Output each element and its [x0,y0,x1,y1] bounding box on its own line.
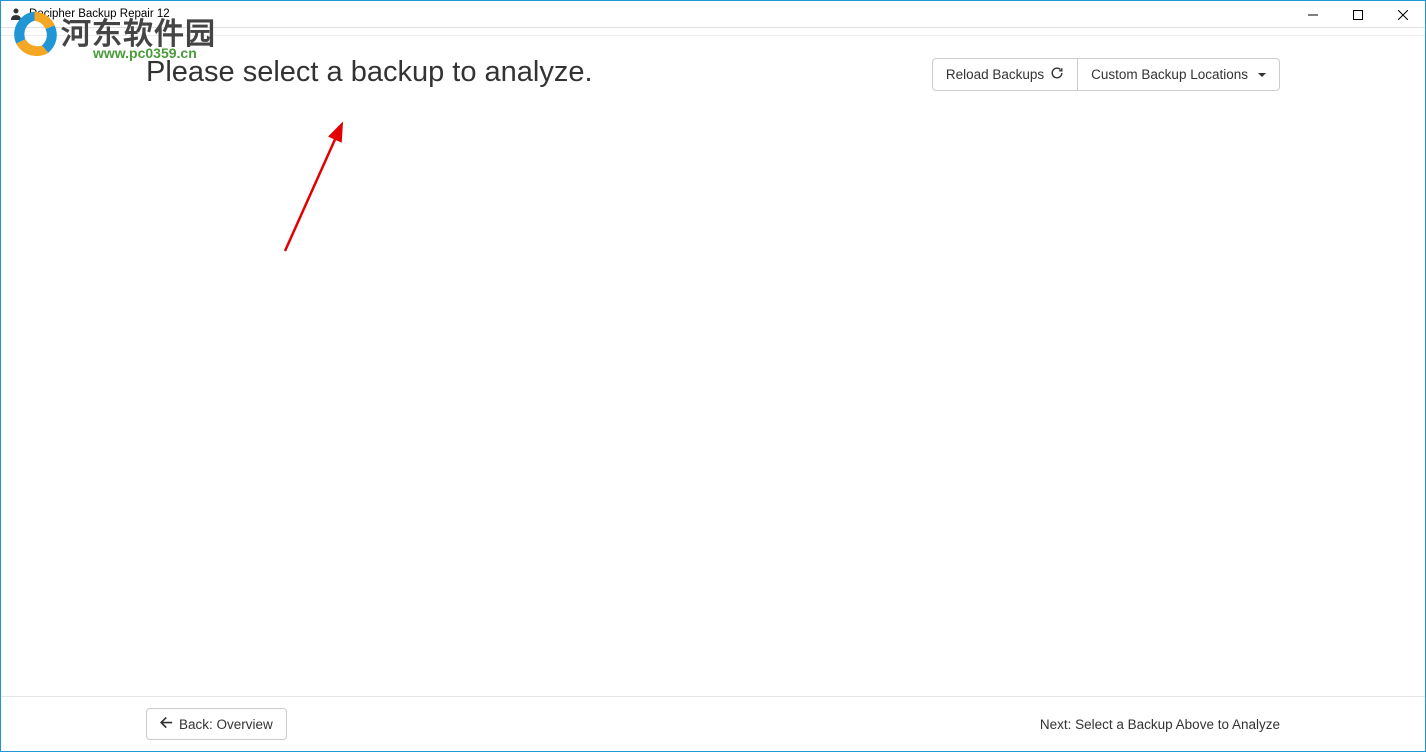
custom-backup-locations-button[interactable]: Custom Backup Locations [1077,58,1280,91]
annotation-arrow [281,116,361,261]
titlebar: Decipher Backup Repair 12 [1,1,1425,28]
back-button[interactable]: Back: Overview [146,708,287,740]
maximize-button[interactable] [1335,1,1380,28]
back-button-label: Back: Overview [179,717,273,732]
app-icon [9,7,23,21]
refresh-icon [1050,66,1064,83]
chevron-down-icon [1258,73,1266,77]
window-controls [1290,1,1425,28]
reload-backups-button[interactable]: Reload Backups [932,58,1078,91]
window-title: Decipher Backup Repair 12 [29,8,170,20]
header-row: Please select a backup to analyze. Reloa… [146,56,1280,91]
next-hint-text: Next: Select a Backup Above to Analyze [1040,717,1280,732]
action-buttons: Reload Backups Custom Backup Locations [932,58,1280,91]
reload-backups-label: Reload Backups [946,67,1044,82]
close-button[interactable] [1380,1,1425,28]
custom-backup-locations-label: Custom Backup Locations [1091,67,1248,82]
arrow-left-icon [160,716,173,732]
main-content: Please select a backup to analyze. Reloa… [1,36,1425,696]
page-heading: Please select a backup to analyze. [146,56,593,89]
minimize-button[interactable] [1290,1,1335,28]
toolbar-spacer [1,28,1425,36]
footer: Back: Overview Next: Select a Backup Abo… [1,696,1425,751]
